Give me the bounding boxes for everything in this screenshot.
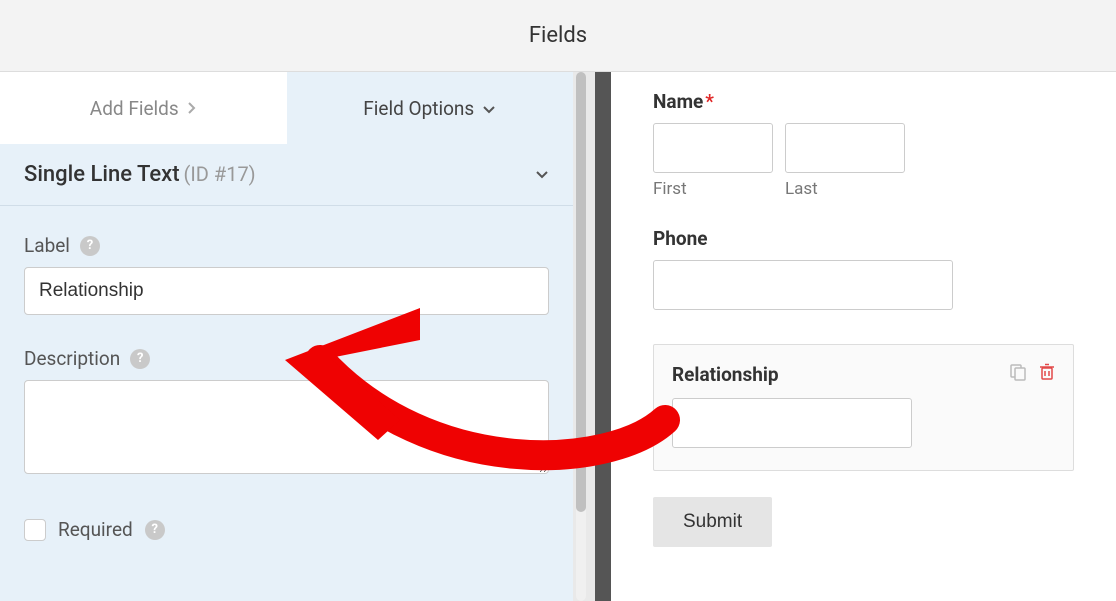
label-text: Label xyxy=(24,234,70,257)
field-type-title-wrap: Single Line Text (ID #17) xyxy=(24,162,256,187)
scrollbar-area xyxy=(573,72,595,601)
relationship-label: Relationship xyxy=(672,363,779,386)
main-layout: Add Fields Field Options Single Line Tex… xyxy=(0,72,1116,601)
header-title: Fields xyxy=(529,23,587,48)
first-sublabel: First xyxy=(653,179,773,199)
chevron-right-icon xyxy=(187,97,197,120)
tab-add-fields-label: Add Fields xyxy=(90,97,179,120)
label-row: Label ? xyxy=(24,234,549,257)
phone-label: Phone xyxy=(653,227,1074,250)
panel-divider xyxy=(595,72,611,601)
submit-button[interactable]: Submit xyxy=(653,497,772,547)
description-input[interactable] xyxy=(24,380,549,474)
name-field-group: Name* First Last xyxy=(653,90,1074,199)
scrollbar-thumb[interactable] xyxy=(576,72,586,512)
relationship-input[interactable] xyxy=(672,398,912,448)
first-name-input[interactable] xyxy=(653,123,773,173)
phone-field-group: Phone xyxy=(653,227,1074,344)
page-header: Fields xyxy=(0,0,1116,72)
last-name-input[interactable] xyxy=(785,123,905,173)
field-actions xyxy=(1009,363,1055,386)
tabs: Add Fields Field Options xyxy=(0,72,573,144)
tab-add-fields[interactable]: Add Fields xyxy=(0,72,287,144)
field-type-title: Single Line Text xyxy=(24,162,180,187)
trash-icon[interactable] xyxy=(1039,363,1055,386)
description-section: Description ? xyxy=(0,331,573,494)
left-panel: Add Fields Field Options Single Line Tex… xyxy=(0,72,573,601)
field-id: (ID #17) xyxy=(184,162,256,186)
phone-input[interactable] xyxy=(653,260,953,310)
relationship-field-selected[interactable]: Relationship xyxy=(653,344,1074,471)
required-star-icon: * xyxy=(705,90,714,113)
description-text: Description xyxy=(24,347,120,370)
last-sublabel: Last xyxy=(785,179,905,199)
help-icon[interactable]: ? xyxy=(145,520,165,540)
description-row: Description ? xyxy=(24,347,549,370)
help-icon[interactable]: ? xyxy=(130,349,150,369)
field-type-header[interactable]: Single Line Text (ID #17) xyxy=(0,144,573,206)
name-label: Name* xyxy=(653,90,1074,113)
name-sublabels: First Last xyxy=(653,179,1074,199)
required-row: Required ? xyxy=(0,494,573,565)
name-inputs xyxy=(653,123,1074,173)
chevron-down-icon xyxy=(535,164,549,185)
label-input[interactable] xyxy=(24,267,549,315)
required-text: Required xyxy=(58,518,133,541)
tab-field-options[interactable]: Field Options xyxy=(287,72,574,144)
duplicate-icon[interactable] xyxy=(1009,363,1027,386)
relationship-header: Relationship xyxy=(672,363,1055,386)
tab-field-options-label: Field Options xyxy=(363,97,474,120)
help-icon[interactable]: ? xyxy=(80,236,100,256)
label-section: Label ? xyxy=(0,218,573,331)
form-preview: Name* First Last Phone Relationship xyxy=(611,72,1116,601)
required-checkbox[interactable] xyxy=(24,519,46,541)
chevron-down-icon xyxy=(482,97,496,120)
